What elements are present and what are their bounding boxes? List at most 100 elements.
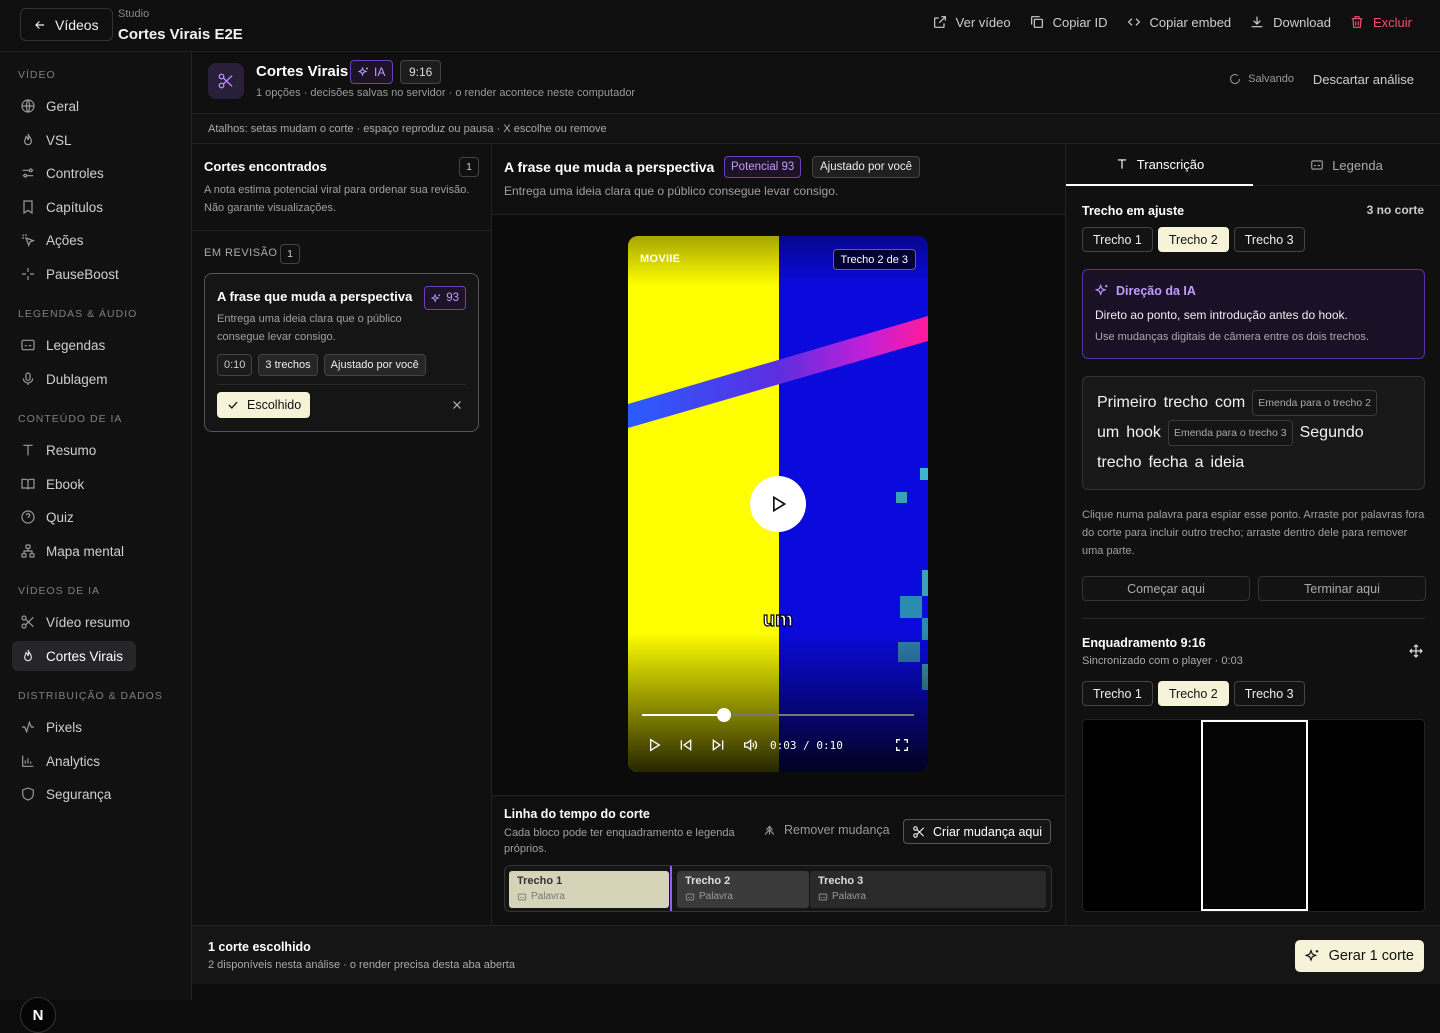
cut-card-description: Entrega uma ideia clara que o público co… [217,313,402,343]
sidebar-item-label: Analytics [46,753,101,769]
sidebar-item-pixels[interactable]: Pixels [12,712,180,742]
seek-bar-thumb[interactable] [716,708,731,722]
divider [192,230,492,231]
view-video-button[interactable]: Ver vídeo [932,14,1011,30]
fullscreen-button[interactable] [894,737,910,753]
chosen-toggle-button[interactable]: Escolhido [217,392,311,418]
sidebar-item-dublagem[interactable]: Dublagem [12,364,180,394]
transcript-word[interactable]: Primeiro [1097,394,1157,412]
video-player[interactable]: MOVIIE Trecho 2 de 3 um 0:03 / 0:10 [628,236,928,772]
tab-transcricao[interactable]: Transcrição [1066,144,1253,186]
sidebar-item-pauseboost[interactable]: PauseBoost [12,259,180,289]
splice-marker[interactable]: Emenda para o trecho 2 [1252,390,1377,416]
divider [217,384,466,385]
sidebar-item-video-resumo[interactable]: Vídeo resumo [12,607,180,637]
timeline-segment-2[interactable]: Trecho 2 Palavra [677,871,809,908]
trim-actions: Começar aqui Terminar aqui [1082,576,1426,601]
flame-icon [24,133,32,146]
render-bar-subtitle: 2 disponíveis nesta análise · o render p… [208,959,515,971]
sidebar-item-cortes-virais[interactable]: Cortes Virais [12,641,136,671]
discard-analysis-button[interactable]: Descartar análise [1313,72,1414,87]
playhead-marker[interactable] [670,866,672,911]
play-icon [773,495,787,513]
avatar[interactable]: N [20,997,56,1033]
timeline-segment-caption: Palavra [685,891,809,902]
previous-button[interactable] [678,737,694,753]
segment-button-3[interactable]: Trecho 3 [1233,227,1305,252]
sidebar-item-seguranca[interactable]: Segurança [12,779,180,809]
volume-button[interactable] [742,737,758,753]
copy-icon [1030,16,1043,28]
sidebar-item-quiz[interactable]: Quiz [12,502,180,532]
framing-segment-button-3[interactable]: Trecho 3 [1233,681,1305,706]
delete-button[interactable]: Excluir [1349,14,1412,30]
framing-crop-handle[interactable] [1201,720,1308,911]
move-icon[interactable] [1408,643,1424,659]
sidebar-item-label: Geral [46,98,80,114]
download-label: Download [1273,14,1331,30]
remove-change-button[interactable]: Remover mudança [762,822,890,837]
transcript-word[interactable]: fecha [1148,454,1187,472]
copy-id-button[interactable]: Copiar ID [1029,14,1108,30]
splice-marker[interactable]: Emenda para o trecho 3 [1167,420,1293,446]
view-video-label: Ver vídeo [955,14,1011,30]
sidebar-item-resumo[interactable]: Resumo [12,435,180,465]
sidebar-item-ebook[interactable]: Ebook [12,469,180,499]
cuts-panel: Cortes encontrados 1 A nota estima poten… [192,144,492,925]
transcript-word[interactable]: trecho [1097,454,1141,472]
sidebar-item-capitulos[interactable]: Capítulos [12,192,180,222]
create-change-label: Criar mudança aqui [933,824,1043,839]
chosen-count-title: 1 corte escolhido [208,940,311,954]
tab-legenda[interactable]: Legenda [1253,144,1440,186]
play-overlay-button[interactable] [750,476,806,532]
transcript-word[interactable]: um [1097,424,1119,442]
segment-button-2[interactable]: Trecho 2 [1157,227,1229,252]
sidebar-item-mapa-mental[interactable]: Mapa mental [12,536,180,566]
sidebar-item-geral[interactable]: Geral [12,91,180,121]
timeline-segment-3[interactable]: Trecho 3 Palavra [810,871,1046,908]
transcript-word[interactable]: trecho [1164,394,1208,412]
sidebar-item-label: Mapa mental [46,543,125,559]
ratio-badge: 9:16 [400,60,442,84]
ai-direction-text: Direto ao ponto, sem introdução antes do… [1095,308,1348,322]
timeline-title: Linha do tempo do corte [504,807,650,821]
sidebar-item-vsl[interactable]: VSL [12,125,180,155]
framing-segment-button-1[interactable]: Trecho 1 [1082,681,1153,706]
transcript-word[interactable]: ideia [1211,454,1245,472]
generate-cuts-button[interactable]: Gerar 1 corte [1294,940,1424,972]
start-here-button[interactable]: Começar aqui [1082,576,1250,601]
transcript-word[interactable]: hook [1126,424,1161,442]
sliders-icon [22,168,34,178]
end-here-button[interactable]: Terminar aqui [1258,576,1426,601]
potential-badge: Potencial 93 [724,156,802,178]
sidebar-item-label: Vídeo resumo [46,614,131,630]
shortcuts-hint: Atalhos: setas mudam o corte · espaço re… [192,114,1440,144]
transcript-word[interactable]: Segundo [1300,424,1364,442]
sidebar-item-legendas[interactable]: Legendas [12,330,180,360]
sidebar-item-label: Resumo [46,442,97,458]
close-icon[interactable] [450,398,464,412]
sidebar-item-label: VSL [46,132,72,148]
ia-badge-label: IA [374,65,386,79]
timeline-segment-1[interactable]: Trecho 1 Palavra [509,871,669,908]
create-change-button[interactable]: Criar mudança aqui [903,819,1052,844]
sidebar-item-controles[interactable]: Controles [12,158,180,188]
review-label: EM REVISÃO [204,247,278,259]
transcript-word[interactable]: com [1215,394,1245,412]
segment-button-1[interactable]: Trecho 1 [1082,227,1153,252]
download-button[interactable]: Download [1249,14,1331,30]
seek-bar[interactable] [642,708,914,722]
sidebar-item-acoes[interactable]: Ações [12,225,180,255]
play-button[interactable] [646,737,662,753]
ai-direction-title: Direção da IA [1095,283,1196,298]
transcript-help: Clique numa palavra para espiar esse pon… [1082,509,1425,557]
framing-segment-button-2[interactable]: Trecho 2 [1157,681,1229,706]
sidebar-item-label: Controles [46,165,104,181]
copy-embed-button[interactable]: Copiar embed [1126,14,1231,30]
next-button[interactable] [710,737,726,753]
ia-badge: IA [350,60,394,84]
back-button[interactable]: Vídeos [20,8,113,41]
transcript-word[interactable]: a [1195,454,1204,472]
cut-card[interactable]: A frase que muda a perspectiva 93 Entreg… [204,273,479,432]
sidebar-item-analytics[interactable]: Analytics [12,746,180,776]
